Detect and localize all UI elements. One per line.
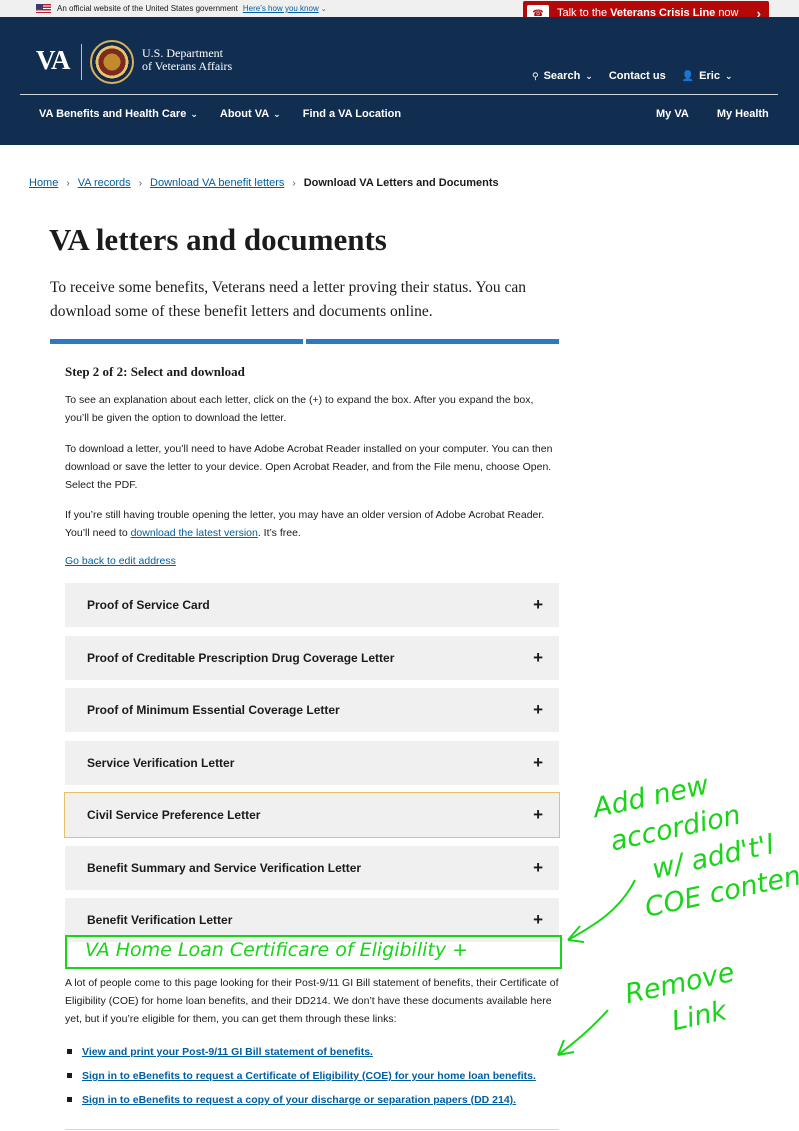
breadcrumb: Home › VA records › Download VA benefit … — [29, 177, 499, 189]
list-item: Sign in to eBenefits to request a copy o… — [67, 1088, 536, 1112]
va-logo[interactable]: VA — [36, 45, 71, 76]
accordion-label: Proof of Service Card — [87, 598, 210, 612]
nav-find-label: Find a VA Location — [302, 108, 402, 120]
chevron-down-icon: ⌄ — [190, 108, 198, 119]
main-nav: VA Benefits and Health Care ⌄ About VA ⌄ F… — [39, 108, 799, 120]
breadcrumb-separator-icon: › — [292, 177, 296, 189]
va-seal-icon — [90, 40, 134, 84]
list-item: View and print your Post-9/11 GI Bill st… — [67, 1040, 536, 1064]
plus-icon[interactable]: + — [533, 805, 543, 825]
para-3-end: . It’s free. — [257, 527, 301, 539]
intro-text: To receive some benefits, Veterans need … — [50, 279, 526, 320]
progress-segment-1 — [50, 339, 303, 344]
nav-my-va[interactable]: My VA — [656, 108, 689, 120]
instructions-para-2: To download a letter, you’ll need to hav… — [65, 443, 553, 491]
accordion-label: Benefit Summary and Service Verification… — [87, 861, 362, 875]
progress-segment-2 — [306, 339, 559, 344]
breadcrumb-va-records[interactable]: VA records — [78, 177, 131, 189]
user-menu-button[interactable]: Eric — [699, 70, 720, 82]
accordion-label: Civil Service Preference Letter — [87, 808, 261, 822]
nav-right: My VA My Health — [656, 108, 797, 120]
document-links: View and print your Post-9/11 GI Bill st… — [67, 1040, 536, 1112]
download-latest-link[interactable]: download the latest version — [131, 527, 258, 539]
contact-us-link[interactable]: Contact us — [609, 70, 666, 82]
gov-banner-text: An official website of the United States… — [57, 4, 238, 13]
chevron-down-icon[interactable]: ⌄ — [725, 71, 733, 82]
plus-icon[interactable]: + — [533, 595, 543, 615]
accordion-prescription-drug[interactable]: Proof of Creditable Prescription Drug Co… — [65, 636, 559, 680]
accordion-civil-service[interactable]: Civil Service Preference Letter + — [64, 792, 560, 838]
dd214-link[interactable]: Sign in to eBenefits to request a copy o… — [82, 1094, 516, 1106]
accordion-minimum-essential[interactable]: Proof of Minimum Essential Coverage Lett… — [65, 688, 559, 732]
breadcrumb-separator-icon: › — [138, 177, 143, 189]
chevron-down-icon[interactable]: ⌄ — [585, 71, 593, 82]
plus-icon[interactable]: + — [533, 753, 543, 773]
step-title: Step 2 of 2: Select and download — [65, 364, 245, 379]
chevron-down-icon[interactable]: ⌄ — [321, 5, 327, 13]
coe-link[interactable]: Sign in to eBenefits to request a Certif… — [82, 1070, 536, 1082]
accordion-label: Proof of Creditable Prescription Drug Co… — [87, 651, 395, 665]
accordion-benefit-summary[interactable]: Benefit Summary and Service Verification… — [65, 846, 559, 890]
accordion-label: Service Verification Letter — [87, 756, 235, 770]
plus-icon[interactable]: + — [533, 700, 543, 720]
nav-benefits[interactable]: VA Benefits and Health Care ⌄ — [39, 108, 198, 120]
list-item: Sign in to eBenefits to request a Certif… — [67, 1064, 536, 1088]
dept-line2: of Veterans Affairs — [142, 59, 233, 73]
other-documents-text: A lot of people come to this page lookin… — [65, 977, 559, 1025]
accordion-proof-of-service[interactable]: Proof of Service Card + — [65, 583, 559, 627]
nav-about[interactable]: About VA ⌄ — [220, 108, 281, 120]
instructions-para-3: If you’re still having trouble opening t… — [65, 506, 559, 542]
search-button[interactable]: Search — [544, 70, 581, 82]
nav-my-health[interactable]: My Health — [717, 108, 769, 120]
nav-benefits-label: VA Benefits and Health Care — [39, 108, 187, 120]
header-utility: ⚲ Search ⌄ Contact us 👤 Eric ⌄ — [532, 70, 737, 82]
breadcrumb-benefit-letters[interactable]: Download VA benefit letters — [150, 177, 284, 189]
instructions-para-1: To see an explanation about each letter,… — [65, 394, 534, 424]
nav-find-location[interactable]: Find a VA Location — [303, 108, 401, 120]
gi-bill-link[interactable]: View and print your Post-9/11 GI Bill st… — [82, 1046, 373, 1058]
logo-divider — [81, 44, 82, 80]
edit-address-link[interactable]: Go back to edit address — [65, 555, 176, 567]
breadcrumb-home[interactable]: Home — [29, 177, 58, 189]
dept-name[interactable]: U.S. Department of Veterans Affairs — [142, 47, 232, 73]
arrowhead — [567, 925, 585, 943]
accordion-label: Proof of Minimum Essential Coverage Lett… — [87, 703, 340, 717]
breadcrumb-current: Download VA Letters and Documents — [303, 177, 499, 189]
header-divider — [20, 94, 778, 95]
chevron-down-icon: ⌄ — [273, 108, 281, 119]
accordion-service-verification[interactable]: Service Verification Letter + — [65, 741, 559, 785]
progress-bar — [50, 339, 559, 344]
annotation-arrows — [557, 879, 636, 1056]
annotation-new-accordion: VA Home Loan Certificare of Eligibility … — [65, 935, 562, 969]
plus-icon[interactable]: + — [533, 648, 543, 668]
user-icon[interactable]: 👤 — [682, 71, 694, 82]
site-header: VA U.S. Department of Veterans Affairs ⚲… — [0, 17, 799, 145]
nav-about-label: About VA — [219, 108, 270, 120]
divider — [65, 1129, 559, 1130]
how-you-know-link[interactable]: Here’s how you know — [243, 4, 319, 13]
breadcrumb-separator-icon: › — [66, 177, 70, 189]
us-flag-icon — [36, 4, 51, 13]
accordion-label: Benefit Verification Letter — [87, 913, 233, 927]
arrow-to-box — [567, 879, 636, 941]
page-title: VA letters and documents — [49, 222, 387, 257]
search-icon[interactable]: ⚲ — [532, 71, 539, 82]
arrow-to-link — [557, 1009, 609, 1056]
